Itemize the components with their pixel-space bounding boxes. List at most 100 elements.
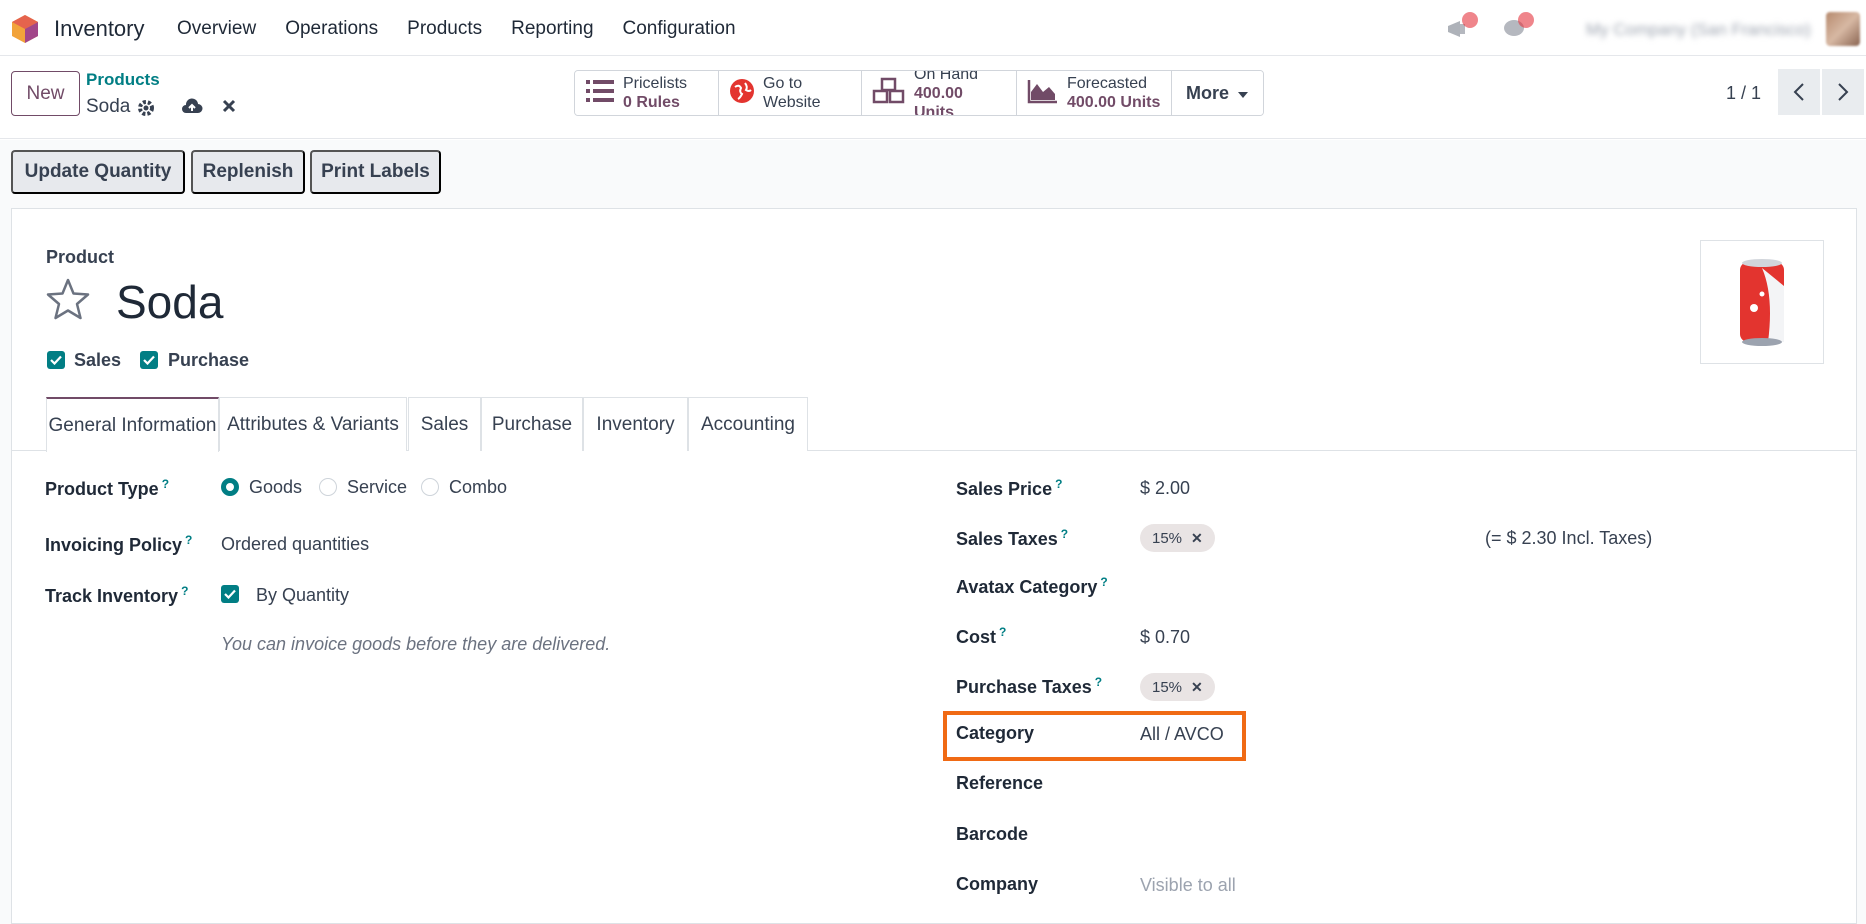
replenish-button[interactable]: Replenish bbox=[191, 150, 305, 194]
caret-down-icon bbox=[1237, 83, 1249, 104]
radio-combo[interactable] bbox=[421, 478, 439, 496]
odoo-app-icon[interactable] bbox=[10, 14, 40, 49]
company-label: Company bbox=[956, 874, 1039, 894]
print-labels-button[interactable]: Print Labels bbox=[310, 150, 441, 194]
systray: My Company (San Francisco) bbox=[1446, 8, 1866, 48]
radio-goods-label[interactable]: Goods bbox=[249, 477, 302, 498]
help-icon[interactable]: ? bbox=[1055, 477, 1062, 491]
chevron-left-icon bbox=[1793, 83, 1804, 101]
menu-configuration[interactable]: Configuration bbox=[623, 18, 736, 40]
chevron-right-icon bbox=[1838, 83, 1849, 101]
invoicing-policy-label: Invoicing Policy? bbox=[45, 533, 193, 555]
company-value[interactable]: Visible to all bbox=[1140, 875, 1236, 896]
cubes-icon bbox=[872, 77, 906, 110]
gear-icon[interactable] bbox=[136, 98, 156, 123]
notification-badge bbox=[1462, 12, 1478, 28]
top-navbar: Inventory Overview Operations Products R… bbox=[0, 0, 1866, 56]
breadcrumb-products[interactable]: Products bbox=[86, 70, 160, 90]
help-icon[interactable]: ? bbox=[162, 477, 169, 491]
website-label: Go to bbox=[763, 75, 803, 92]
track-inventory-checkbox[interactable] bbox=[221, 585, 239, 603]
remove-tag-icon[interactable]: ✕ bbox=[1191, 530, 1203, 547]
save-cloud-icon[interactable] bbox=[181, 98, 203, 121]
on-hand-value: 400.00 Units bbox=[914, 84, 963, 116]
app-name[interactable]: Inventory bbox=[54, 16, 145, 42]
help-icon[interactable]: ? bbox=[181, 584, 188, 598]
previous-record-button[interactable] bbox=[1778, 69, 1820, 115]
check-icon bbox=[224, 589, 236, 599]
sales-tax-tag[interactable]: 15% ✕ bbox=[1140, 524, 1215, 552]
incl-taxes-value: (= $ 2.30 Incl. Taxes) bbox=[1485, 528, 1653, 548]
radio-service-label[interactable]: Service bbox=[347, 477, 407, 498]
smart-buttons: Pricelists 0 Rules Go to Website On Hand 40… bbox=[574, 70, 1265, 116]
radio-goods[interactable] bbox=[221, 478, 239, 496]
cost-label: Cost? bbox=[956, 625, 1007, 647]
sales-price-value[interactable]: $ 2.00 bbox=[1140, 478, 1190, 499]
control-panel: New Products Soda Pricelists 0 Rules Go t… bbox=[0, 56, 1866, 139]
reference-label: Reference bbox=[956, 773, 1044, 793]
menu-operations[interactable]: Operations bbox=[285, 18, 378, 40]
sales-checkbox[interactable] bbox=[47, 351, 65, 369]
globe-icon bbox=[729, 78, 755, 109]
on-hand-label: On Hand bbox=[914, 70, 979, 83]
track-by-value[interactable]: By Quantity bbox=[256, 585, 349, 606]
cost-value[interactable]: $ 0.70 bbox=[1140, 627, 1190, 648]
purchase-taxes-label: Purchase Taxes? bbox=[956, 675, 1103, 697]
breadcrumb-current: Soda bbox=[86, 96, 131, 117]
tab-general-information[interactable]: General Information bbox=[46, 397, 219, 452]
purchase-tax-tag-label: 15% bbox=[1152, 678, 1183, 696]
tab-purchase[interactable]: Purchase bbox=[481, 397, 583, 451]
purchase-checkbox[interactable] bbox=[140, 351, 158, 369]
radio-service[interactable] bbox=[319, 478, 337, 496]
discard-icon[interactable] bbox=[221, 98, 237, 119]
help-icon[interactable]: ? bbox=[1100, 575, 1107, 589]
next-record-button[interactable] bbox=[1822, 69, 1864, 115]
forecasted-button[interactable]: Forecasted 400.00 Units bbox=[1017, 71, 1172, 115]
pricelists-button[interactable]: Pricelists 0 Rules bbox=[575, 71, 719, 115]
menu-products[interactable]: Products bbox=[407, 18, 482, 40]
check-icon bbox=[143, 355, 155, 365]
update-quantity-button[interactable]: Update Quantity bbox=[11, 150, 185, 194]
tab-accounting[interactable]: Accounting bbox=[688, 397, 808, 451]
user-avatar[interactable] bbox=[1826, 12, 1860, 46]
help-icon[interactable]: ? bbox=[1095, 675, 1102, 689]
category-value[interactable]: All / AVCO bbox=[1140, 724, 1224, 745]
barcode-label: Barcode bbox=[956, 824, 1029, 844]
website-label-2: Website bbox=[763, 94, 821, 111]
invoicing-policy-value[interactable]: Ordered quantities bbox=[221, 534, 369, 555]
more-button[interactable]: More bbox=[1172, 71, 1264, 115]
new-button[interactable]: New bbox=[11, 71, 80, 116]
sales-taxes-label: Sales Taxes? bbox=[956, 527, 1069, 549]
form-sheet: Product Soda Sales Purchase General Info… bbox=[11, 208, 1857, 924]
tab-inventory[interactable]: Inventory bbox=[583, 397, 688, 451]
help-icon[interactable]: ? bbox=[185, 533, 192, 547]
invoice-hint: You can invoice goods before they are de… bbox=[221, 634, 611, 654]
pricelists-label: Pricelists bbox=[623, 75, 688, 92]
tab-attributes-variants[interactable]: Attributes & Variants bbox=[219, 397, 407, 451]
main-menu: Overview Operations Products Reporting C… bbox=[177, 18, 765, 40]
chat-badge bbox=[1518, 12, 1534, 28]
remove-tag-icon[interactable]: ✕ bbox=[1191, 679, 1203, 696]
tab-sales[interactable]: Sales bbox=[408, 397, 481, 451]
product-name[interactable]: Soda bbox=[116, 275, 223, 329]
purchase-tax-tag[interactable]: 15% ✕ bbox=[1140, 673, 1215, 701]
track-inventory-label: Track Inventory? bbox=[45, 584, 189, 606]
menu-reporting[interactable]: Reporting bbox=[511, 18, 593, 40]
pager-value[interactable]: 1 / 1 bbox=[1726, 83, 1761, 104]
more-label: More bbox=[1186, 82, 1230, 103]
list-icon bbox=[585, 78, 615, 109]
forecasted-label: Forecasted bbox=[1067, 75, 1148, 92]
radio-combo-label[interactable]: Combo bbox=[449, 477, 507, 498]
help-icon[interactable]: ? bbox=[999, 625, 1006, 639]
company-switcher[interactable]: My Company (San Francisco) bbox=[1586, 20, 1811, 40]
menu-overview[interactable]: Overview bbox=[177, 18, 256, 40]
pricelists-value: 0 Rules bbox=[623, 94, 680, 111]
go-to-website-button[interactable]: Go to Website bbox=[719, 71, 862, 115]
star-icon[interactable] bbox=[45, 277, 91, 326]
product-image[interactable] bbox=[1700, 240, 1824, 364]
sales-tax-tag-label: 15% bbox=[1152, 529, 1183, 547]
on-hand-button[interactable]: On Hand 400.00 Units bbox=[862, 71, 1017, 115]
area-chart-icon bbox=[1027, 78, 1059, 109]
help-icon[interactable]: ? bbox=[1061, 527, 1068, 541]
sales-price-label: Sales Price? bbox=[956, 477, 1063, 499]
